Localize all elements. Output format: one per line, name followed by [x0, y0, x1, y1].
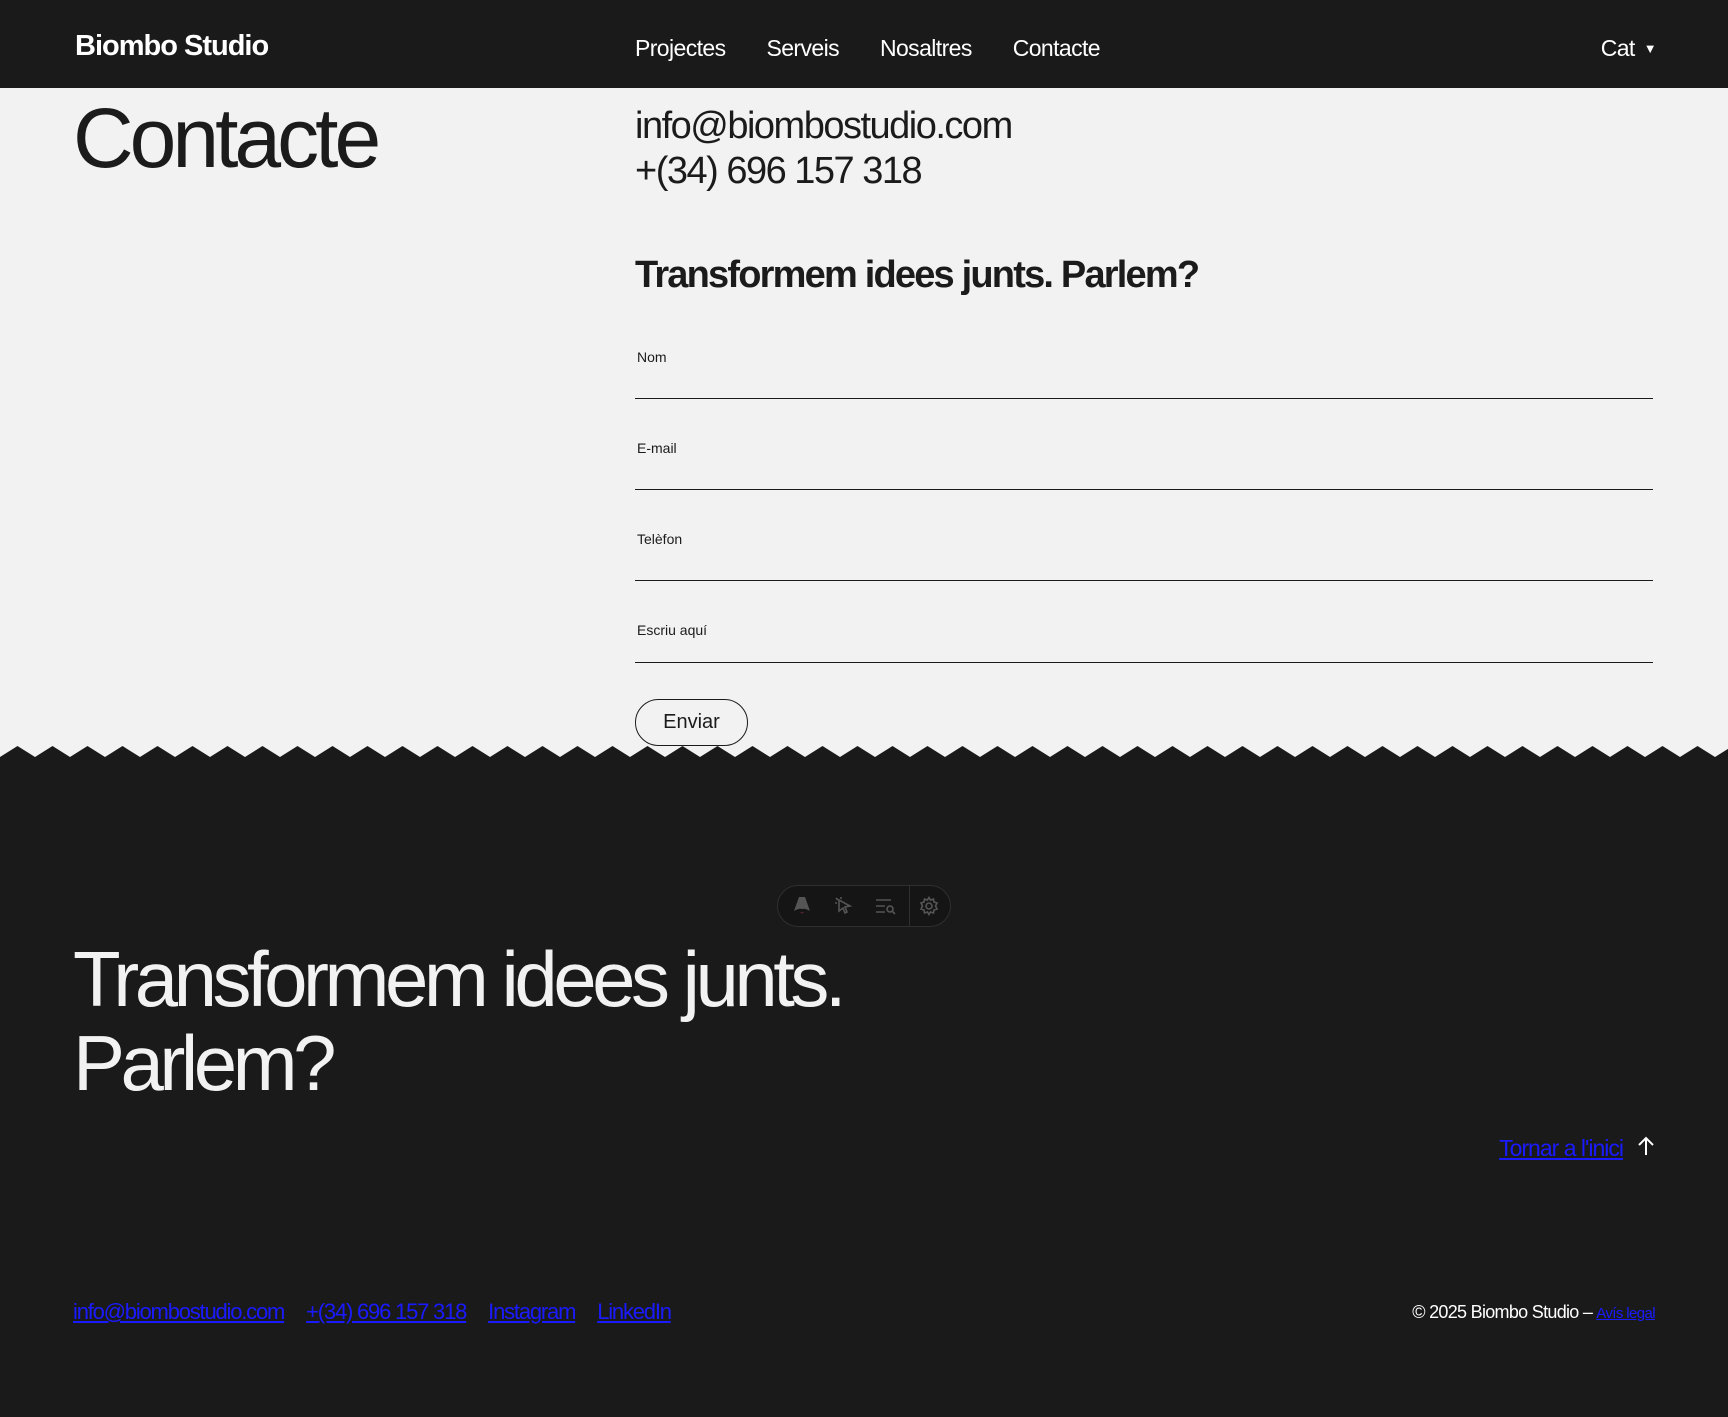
language-label: Cat	[1600, 35, 1636, 61]
nav-serveis[interactable]: Serveis	[766, 35, 839, 62]
footer-cta-line1: Transformem idees junts.	[73, 935, 847, 1023]
footer-cta: Transformem idees junts. Parlem?	[73, 935, 847, 1107]
contact-email[interactable]: info@biombostudio.com	[635, 104, 1013, 149]
copyright: © 2025 Biombo Studio – Avís legal	[1412, 1302, 1655, 1323]
footer-linkedin-link[interactable]: LinkedIn	[597, 1299, 672, 1325]
toolbar-divider	[909, 885, 910, 927]
email-label: E-mail	[637, 440, 677, 456]
message-field: Escriu aquí	[635, 603, 1653, 663]
arrow-up-icon[interactable]	[1637, 1136, 1655, 1161]
footer-instagram-link[interactable]: Instagram	[488, 1299, 576, 1325]
nav-projectes[interactable]: Projectes	[635, 35, 726, 62]
footer-links: info@biombostudio.com +(34) 696 157 318 …	[73, 1299, 672, 1325]
phone-input[interactable]	[635, 550, 1653, 576]
audit-list-icon[interactable]	[875, 895, 897, 917]
footer-cta-line2: Parlem?	[73, 1019, 336, 1107]
language-selector[interactable]: Cat ▼	[1600, 35, 1657, 62]
site-logo[interactable]: Biombo Studio	[75, 30, 269, 63]
contact-phone[interactable]: +(34) 696 157 318	[635, 149, 1012, 194]
site-header: Biombo Studio Projectes Serveis Nosaltre…	[0, 0, 1728, 88]
name-input[interactable]	[635, 368, 1653, 394]
astro-logo-icon[interactable]	[791, 895, 813, 917]
name-label: Nom	[637, 349, 667, 365]
copyright-text: © 2025 Biombo Studio –	[1412, 1302, 1593, 1322]
contact-info: info@biombostudio.com +(34) 696 157 318	[635, 104, 1013, 194]
site-footer: Transformem idees junts. Parlem? Tornar …	[0, 759, 1728, 1417]
back-to-top-link[interactable]: Tornar a l'inici	[1499, 1135, 1624, 1162]
back-to-top[interactable]: Tornar a l'inici	[1499, 1135, 1655, 1162]
main-nav: Projectes Serveis Nosaltres Contacte	[635, 35, 1101, 62]
email-field: E-mail	[635, 421, 1653, 490]
form-heading: Transformem idees junts. Parlem?	[635, 254, 1200, 296]
nav-contacte[interactable]: Contacte	[1013, 35, 1101, 62]
phone-field: Telèfon	[635, 512, 1653, 581]
inspect-cursor-icon[interactable]	[833, 895, 855, 917]
message-input[interactable]	[635, 632, 1653, 658]
dev-toolbar	[777, 885, 951, 927]
nav-nosaltres[interactable]: Nosaltres	[880, 35, 972, 62]
footer-email-link[interactable]: info@biombostudio.com	[73, 1299, 285, 1325]
email-input[interactable]	[635, 459, 1653, 485]
page-title: Contacte	[73, 91, 381, 185]
settings-gear-icon[interactable]	[918, 895, 940, 917]
zigzag-divider	[0, 746, 1728, 760]
caret-down-icon: ▼	[1643, 41, 1657, 56]
phone-label: Telèfon	[637, 531, 683, 547]
submit-button[interactable]: Enviar	[635, 699, 748, 746]
legal-link[interactable]: Avís legal	[1596, 1305, 1655, 1322]
footer-phone-link[interactable]: +(34) 696 157 318	[306, 1299, 467, 1325]
name-field: Nom	[635, 330, 1653, 399]
